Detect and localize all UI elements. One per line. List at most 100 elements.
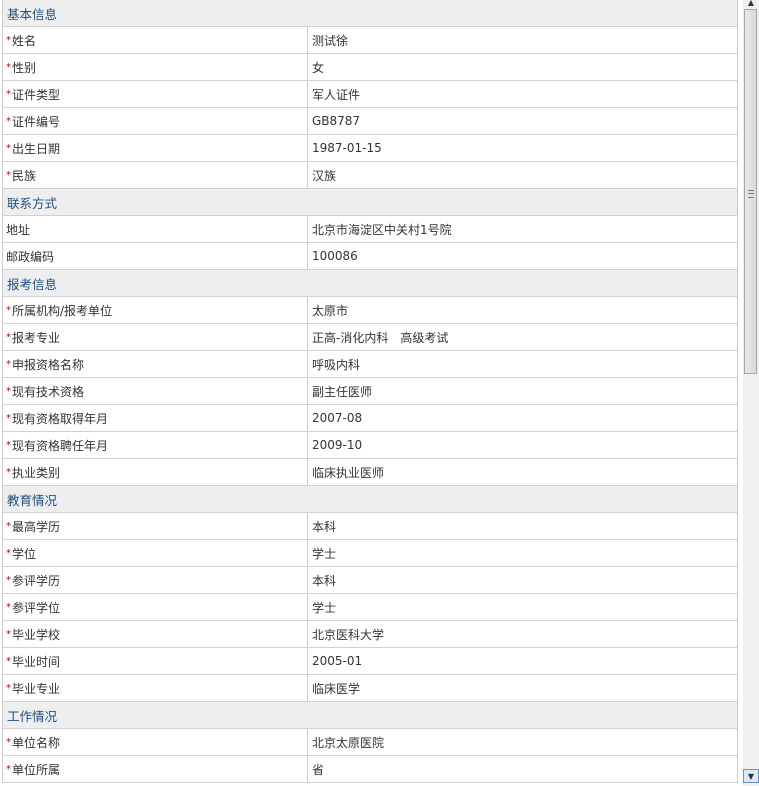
required-mark: * [6, 547, 11, 559]
field-label: 地址 [6, 222, 31, 237]
field-label: 邮政编码 [6, 249, 55, 264]
table-row: * 现有资格取得年月 2007-08 [3, 405, 737, 432]
field-value: 学士 [312, 600, 337, 615]
required-mark: * [6, 304, 11, 316]
field-value: 北京太原医院 [312, 735, 385, 750]
field-label-cell: * 现有资格取得年月 [3, 405, 308, 431]
field-value: 学士 [312, 546, 337, 561]
field-value: 本科 [312, 519, 337, 534]
field-label: 参评学位 [12, 600, 61, 615]
field-label-cell: * 姓名 [3, 27, 308, 53]
field-value: 测试徐 [312, 33, 349, 48]
table-row: * 最高学历 本科 [3, 513, 737, 540]
table-row: * 出生日期 1987-01-15 [3, 135, 737, 162]
field-label-cell: * 民族 [3, 162, 308, 188]
field-label: 执业类别 [12, 465, 61, 480]
required-mark: * [6, 115, 11, 127]
required-mark: * [6, 61, 11, 73]
field-label-cell: * 证件类型 [3, 81, 308, 107]
table-row: * 现有资格聘任年月 2009-10 [3, 432, 737, 459]
field-label: 出生日期 [12, 141, 61, 156]
field-value: 临床医学 [312, 681, 361, 696]
section-header: 报考信息 [3, 270, 737, 297]
field-label-cell: * 毕业学校 [3, 621, 308, 647]
field-value: 呼吸内科 [312, 357, 361, 372]
field-value: 北京市海淀区中关村1号院 [312, 222, 452, 237]
applicant-info-table: 基本信息 * 姓名 测试徐 * 性别女 * 证件类型 军人证件 * 证件编号 GB8787 * 出生日期 1… [2, 0, 738, 783]
field-value: 太原市 [312, 303, 349, 318]
section-header: 工作情况 [3, 702, 737, 729]
table-row: * 申报资格名称 呼吸内科 [3, 351, 737, 378]
field-label-cell: 地址 [3, 216, 308, 242]
field-label-cell: * 性别 [3, 54, 308, 80]
table-row: * 毕业专业 临床医学 [3, 675, 737, 702]
field-label: 性别 [12, 60, 37, 75]
field-label-cell: * 毕业专业 [3, 675, 308, 701]
table-row: * 报考专业 正高-消化内科 高级考试 [3, 324, 737, 351]
field-label-cell: * 出生日期 [3, 135, 308, 161]
required-mark: * [6, 736, 11, 748]
field-label: 单位所属 [12, 762, 61, 777]
field-label-cell: * 现有资格聘任年月 [3, 432, 308, 458]
required-mark: * [6, 763, 11, 775]
vertical-scrollbar[interactable]: ▲ ▼ [743, 0, 759, 786]
field-value: 2007-08 [312, 411, 363, 425]
field-label-cell: * 最高学历 [3, 513, 308, 539]
field-value: 汉族 [312, 168, 337, 183]
field-label: 最高学历 [12, 519, 61, 534]
field-label: 毕业专业 [12, 681, 61, 696]
required-mark: * [6, 682, 11, 694]
table-row: * 参评学位 学士 [3, 594, 737, 621]
field-label: 毕业学校 [12, 627, 61, 642]
table-row: * 性别女 [3, 54, 737, 81]
field-label: 现有资格聘任年月 [12, 438, 109, 453]
field-value: 北京医科大学 [312, 627, 385, 642]
field-value: 100086 [312, 249, 358, 263]
required-mark: * [6, 601, 11, 613]
required-mark: * [6, 574, 11, 586]
field-value: 临床执业医师 [312, 465, 385, 480]
grip-icon [748, 190, 754, 198]
table-row: * 所属机构/报考单位 太原市 [3, 297, 737, 324]
table-row: 地址 北京市海淀区中关村1号院 [3, 216, 737, 243]
section-header: 教育情况 [3, 486, 737, 513]
table-row: * 现有技术资格 副主任医师 [3, 378, 737, 405]
table-row: * 执业类别 临床执业医师 [3, 459, 737, 486]
field-value: 本科 [312, 573, 337, 588]
field-value: 1987-01-15 [312, 141, 382, 155]
field-label: 参评学历 [12, 573, 61, 588]
table-row: * 单位名称 北京太原医院 [3, 729, 737, 756]
field-label: 证件类型 [12, 87, 61, 102]
required-mark: * [6, 628, 11, 640]
table-row: * 姓名 测试徐 [3, 27, 737, 54]
field-value: 军人证件 [312, 87, 361, 102]
field-label-cell: 邮政编码 [3, 243, 308, 269]
scroll-down-icon[interactable]: ▼ [743, 769, 759, 783]
field-label-cell: * 所属机构/报考单位 [3, 297, 308, 323]
table-row: * 毕业学校 北京医科大学 [3, 621, 737, 648]
field-label-cell: * 现有技术资格 [3, 378, 308, 404]
field-value: 副主任医师 [312, 384, 373, 399]
scrollbar-thumb[interactable] [744, 9, 757, 374]
field-label: 报考专业 [12, 330, 61, 345]
field-label: 申报资格名称 [12, 357, 85, 372]
field-value: 正高-消化内科 高级考试 [312, 330, 449, 345]
field-label-cell: * 报考专业 [3, 324, 308, 350]
required-mark: * [6, 34, 11, 46]
table-row: * 民族 汉族 [3, 162, 737, 189]
field-label-cell: * 参评学位 [3, 594, 308, 620]
field-label: 单位名称 [12, 735, 61, 750]
field-label: 证件编号 [12, 114, 61, 129]
required-mark: * [6, 412, 11, 424]
table-row: * 学位 学士 [3, 540, 737, 567]
section-header: 基本信息 [3, 0, 737, 27]
field-label-cell: * 单位名称 [3, 729, 308, 755]
field-value: 2009-10 [312, 438, 363, 452]
table-row: * 证件类型 军人证件 [3, 81, 737, 108]
field-label: 民族 [12, 168, 37, 183]
required-mark: * [6, 358, 11, 370]
field-label-cell: * 参评学历 [3, 567, 308, 593]
table-row: * 证件编号 GB8787 [3, 108, 737, 135]
field-label-cell: * 证件编号 [3, 108, 308, 134]
required-mark: * [6, 439, 11, 451]
